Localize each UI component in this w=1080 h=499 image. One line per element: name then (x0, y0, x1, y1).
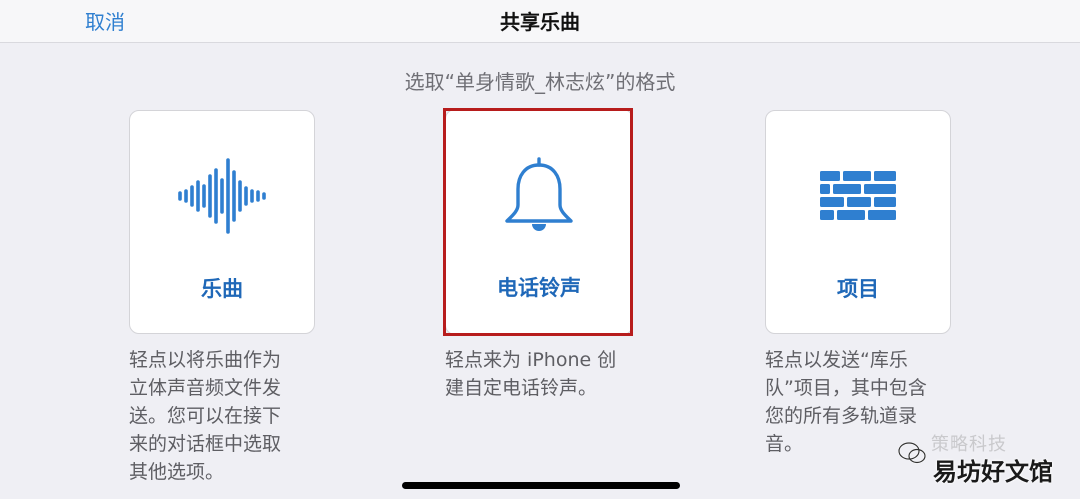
watermark-bottom-text: 易坊好文馆 (933, 458, 1053, 486)
format-prompt: 选取“单身情歌_林志炫”的格式 (404, 70, 676, 94)
description-line: 轻点以将乐曲作为 (129, 349, 282, 371)
option-ringtone-card[interactable]: 电话铃声 (445, 109, 633, 335)
option-song-label: 乐曲 (201, 277, 243, 301)
description-line: 立体声音频文件发 (129, 377, 282, 399)
bricks-icon (766, 153, 950, 239)
navigation-bar: 取消 共享乐曲 (0, 0, 1080, 43)
wechat-icon (897, 440, 927, 470)
waveform-icon (130, 153, 314, 239)
option-song-description: 轻点以将乐曲作为 立体声音频文件发 送。您可以在接下 来的对话框中选取 其他选项… (129, 346, 319, 486)
option-ringtone-label: 电话铃声 (497, 276, 581, 300)
option-project-card[interactable]: 项目 (765, 110, 951, 334)
description-line: 建自定电话铃声。 (445, 377, 598, 399)
description-line: 来的对话框中选取 (129, 433, 282, 455)
description-line: 轻点以发送“库乐 (765, 349, 908, 371)
description-line: 轻点来为 iPhone 创 (445, 349, 617, 371)
description-line: 其他选项。 (129, 461, 225, 483)
description-line: 送。您可以在接下 (129, 405, 282, 427)
option-ringtone-description: 轻点来为 iPhone 创 建自定电话铃声。 (445, 346, 645, 402)
description-line: 您的所有多轨道录 (765, 405, 918, 427)
home-indicator[interactable] (402, 482, 680, 489)
option-song-card[interactable]: 乐曲 (129, 110, 315, 334)
option-project-label: 项目 (837, 277, 879, 301)
watermark: 策略科技 易坊好文馆 (897, 430, 1067, 490)
bell-icon (446, 152, 632, 238)
description-line: 队”项目，其中包含 (765, 377, 927, 399)
page-title: 共享乐曲 (500, 10, 580, 34)
